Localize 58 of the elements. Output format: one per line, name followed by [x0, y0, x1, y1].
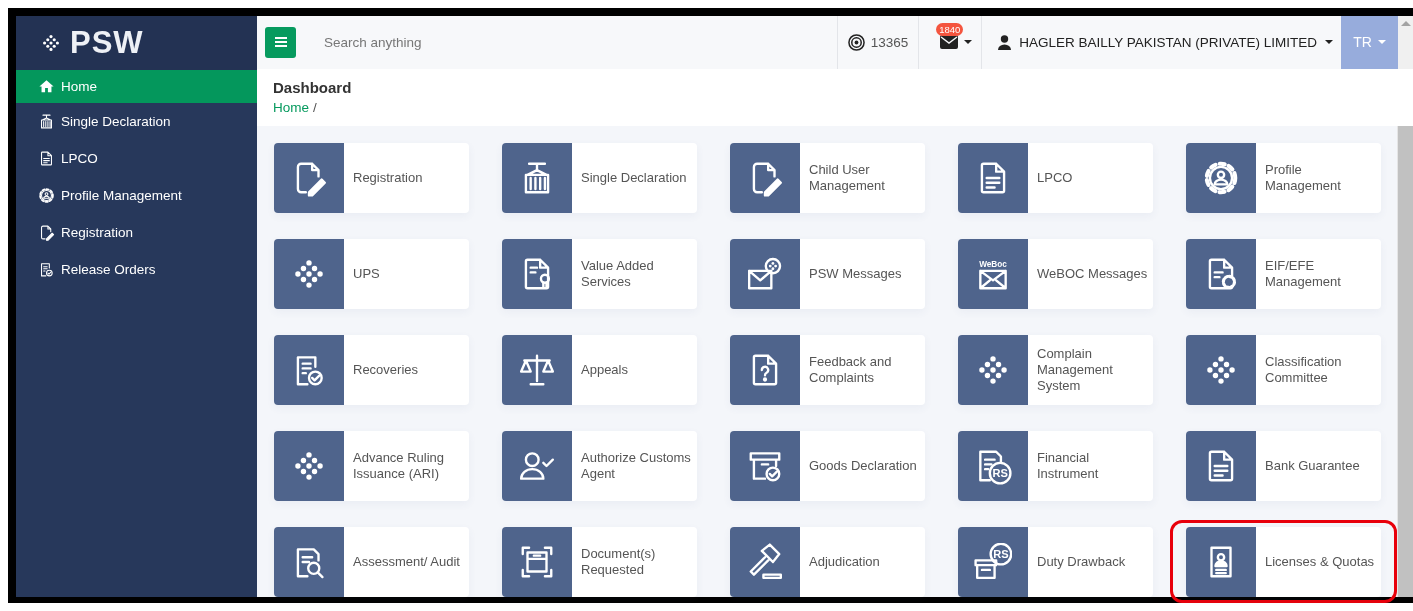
menu-button[interactable]	[265, 26, 296, 58]
sidebar-item[interactable]: Profile Management	[16, 177, 257, 214]
sidebar-item[interactable]: Release Orders	[16, 251, 257, 288]
sidebar-item[interactable]: Home	[16, 70, 257, 103]
document-icon	[38, 150, 55, 167]
dashboard-tile[interactable]: Document(s) Requested	[502, 527, 697, 597]
gear-person-icon	[1202, 159, 1240, 197]
caret-icon	[1325, 40, 1333, 45]
dashboard-tile[interactable]: Appeals	[502, 335, 697, 405]
dashboard-tile[interactable]: LPCO	[958, 143, 1153, 213]
search-field[interactable]: Search anything	[322, 33, 837, 51]
gear-person-icon	[38, 187, 55, 204]
dashboard-tile[interactable]: UPS	[274, 239, 469, 309]
mail-icon	[940, 35, 959, 50]
dashboard-tile[interactable]: Single Declaration	[502, 143, 697, 213]
breadcrumb-separator: /	[313, 99, 317, 115]
dashboard-tile[interactable]: Authorize Customs Agent	[502, 431, 697, 501]
gavel-icon	[746, 543, 784, 581]
logo-text: PSW	[70, 25, 144, 61]
menu-icon	[274, 37, 287, 48]
icon-label: RS	[993, 548, 1009, 561]
page-title: Dashboard	[273, 78, 353, 96]
dashboard-tile[interactable]: Feedback and Complaints	[730, 335, 925, 405]
dashboard-tile[interactable]: Adjudication	[730, 527, 925, 597]
icon-label: RS	[992, 467, 1008, 480]
dashboard-tile[interactable]: Licenses & Quotas	[1186, 527, 1381, 597]
document-pen-icon	[38, 224, 55, 241]
sidebar-item[interactable]: Registration	[16, 214, 257, 251]
scroll-up-icon[interactable]	[1400, 21, 1411, 26]
dashboard-tile[interactable]: EIF/EFE Management	[1186, 239, 1381, 309]
document-check-icon	[38, 261, 55, 278]
dashboard-tile[interactable]: Child User Management	[730, 143, 925, 213]
points-count: 13365	[870, 34, 909, 50]
dashboard-tile[interactable]: Registration	[274, 143, 469, 213]
user-icon	[998, 34, 1012, 50]
dashboard-tile[interactable]: Classification Committee	[1186, 335, 1381, 405]
home-icon	[38, 78, 55, 95]
message-count-badge: 1840	[936, 23, 964, 37]
dashboard-tile[interactable]: Bank Guarantee	[1186, 431, 1381, 501]
target-icon	[847, 33, 865, 51]
dashboard-tile[interactable]: RS Financial Instrument	[958, 431, 1153, 501]
sidebar-item[interactable]: Single Declaration	[16, 103, 257, 140]
breadcrumb-link[interactable]: Home	[273, 99, 309, 115]
logo-icon	[40, 32, 62, 54]
caret-icon	[964, 40, 973, 45]
dashboard-tile[interactable]: Assessment/ Audit	[274, 527, 469, 597]
caret-icon	[1377, 40, 1386, 45]
dashboard-tile[interactable]: Profile Management	[1186, 143, 1381, 213]
dashboard-tile[interactable]: Value Added Services	[502, 239, 697, 309]
dashboard-tile[interactable]: PSW Messages	[730, 239, 925, 309]
scrollbar[interactable]	[1397, 126, 1413, 597]
container-icon	[38, 113, 55, 130]
sidebar-item[interactable]: LPCO	[16, 140, 257, 177]
dashboard-tile[interactable]: RS Duty Drawback	[958, 527, 1153, 597]
dashboard-tile[interactable]: Goods Declaration	[730, 431, 925, 501]
dashboard-tile[interactable]: Complain Management System	[958, 335, 1153, 405]
dashboard-tile[interactable]: Advance Ruling Issuance (ARI)	[274, 431, 469, 501]
dashboard-tile[interactable]: Recoveries	[274, 335, 469, 405]
